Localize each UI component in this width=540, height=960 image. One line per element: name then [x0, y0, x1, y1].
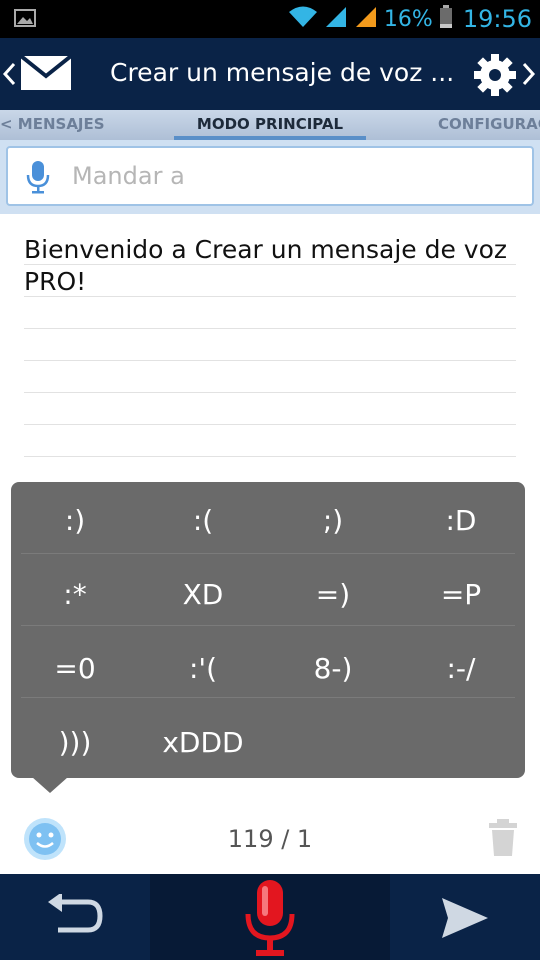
microphone-icon[interactable]	[26, 160, 50, 198]
emoticon-button[interactable]: :D	[397, 486, 525, 556]
text-rule	[24, 456, 516, 457]
text-rule	[24, 328, 516, 329]
battery-percent: 16%	[383, 6, 433, 32]
emoticon-button[interactable]: XD	[139, 560, 267, 630]
wifi-icon	[288, 5, 318, 33]
emoticon-button[interactable]: =0	[11, 634, 139, 704]
text-rule	[24, 424, 516, 425]
emoticon-button[interactable]: )))	[11, 708, 139, 778]
bottom-nav	[0, 874, 540, 960]
emoticon-button[interactable]: :)	[11, 486, 139, 556]
app-title: Crear un mensaje de voz ...	[110, 58, 455, 87]
app-bar: Crear un mensaje de voz ...	[0, 38, 540, 110]
message-text[interactable]: Bienvenido a Crear un mensaje de voz PRO…	[24, 234, 516, 298]
gear-icon[interactable]	[472, 52, 518, 102]
envelope-icon	[19, 52, 73, 96]
status-bar: 16% 19:56	[0, 0, 540, 38]
send-icon[interactable]	[440, 896, 490, 944]
tab-strip: < MENSAJES MODO PRINCIPAL CONFIGURAC	[0, 110, 540, 140]
panel-pointer	[32, 777, 68, 793]
recipient-bar	[0, 140, 540, 214]
battery-icon	[439, 5, 453, 33]
emoticon-button[interactable]: ;)	[269, 486, 397, 556]
emoticon-button[interactable]: :-/	[397, 634, 525, 704]
signal-icon-2	[354, 5, 378, 33]
emoticon-button[interactable]: 8-)	[269, 634, 397, 704]
text-rule	[24, 392, 516, 393]
emoticon-button[interactable]: :'(	[139, 634, 267, 704]
tab-modo-principal[interactable]: MODO PRINCIPAL	[174, 115, 366, 133]
tab-mensajes[interactable]: < MENSAJES	[0, 115, 105, 133]
emoticon-button[interactable]: :*	[11, 560, 139, 630]
text-rule	[24, 360, 516, 361]
record-microphone-icon[interactable]	[240, 878, 300, 960]
emoticon-panel: :) :( ;) :D :* XD =) =P =0 :'( 8-) :-/ )…	[11, 482, 525, 778]
character-counter: 119 / 1	[227, 825, 313, 853]
recipient-box	[6, 146, 534, 206]
emoticon-button[interactable]: :(	[139, 486, 267, 556]
gallery-notification-icon	[14, 9, 36, 31]
undo-icon[interactable]	[44, 892, 104, 942]
emoticon-button[interactable]: =P	[397, 560, 525, 630]
chevron-right-icon[interactable]	[522, 62, 536, 90]
signal-icon	[324, 5, 348, 33]
tab-configuracion[interactable]: CONFIGURAC	[438, 115, 540, 133]
recipient-input[interactable]	[72, 158, 512, 194]
trash-icon[interactable]	[486, 818, 520, 862]
clock: 19:56	[462, 5, 532, 33]
emoticon-button[interactable]: xDDD	[139, 708, 267, 778]
emoticon-button[interactable]: =)	[269, 560, 397, 630]
chevron-left-icon[interactable]	[2, 62, 16, 90]
